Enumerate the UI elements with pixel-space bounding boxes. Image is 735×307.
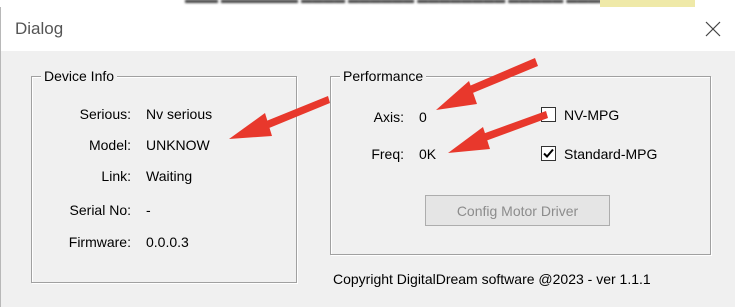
close-button[interactable] xyxy=(690,7,735,51)
copyright-text: Copyright DigitalDream software @2023 - … xyxy=(333,271,651,287)
title-bar: Dialog xyxy=(0,7,735,51)
background-highlight xyxy=(600,0,695,7)
config-motor-driver-button[interactable]: Config Motor Driver xyxy=(425,195,610,226)
device-info-legend: Device Info xyxy=(41,67,118,85)
checkmark-icon xyxy=(543,148,554,158)
firmware-value: 0.0.0.3 xyxy=(146,234,189,250)
link-value: Waiting xyxy=(146,168,193,184)
serious-value: Nv serious xyxy=(146,106,213,122)
dialog-client-area: Device Info Serious: Nv serious Model: U… xyxy=(0,51,735,307)
firmware-label: Firmware: xyxy=(68,234,131,250)
standard-mpg-label[interactable]: Standard-MPG xyxy=(564,145,657,163)
axis-label: Axis: xyxy=(373,109,404,125)
freq-label: Freq: xyxy=(371,146,404,162)
freq-value: 0K xyxy=(419,146,437,162)
performance-legend: Performance xyxy=(340,67,427,85)
nv-mpg-label[interactable]: NV-MPG xyxy=(564,106,619,124)
standard-mpg-checkbox[interactable] xyxy=(541,146,556,161)
serial-no-label: Serial No: xyxy=(69,202,131,218)
nv-mpg-checkbox[interactable] xyxy=(541,107,556,122)
model-label: Model: xyxy=(88,137,131,153)
serious-label: Serious: xyxy=(79,106,131,122)
model-value: UNKNOW xyxy=(146,137,210,153)
background-window-text: ▬▬▬ ▬▬▬▬▬▬▬ ▬▬▬▬ ▬▬▬▬▬▬ ▬▬▬▬▬▬▬▬ ▬▬▬▬▬ ▬… xyxy=(185,0,611,6)
performance-group: Performance xyxy=(330,67,711,255)
axis-value: 0 xyxy=(419,109,427,125)
close-icon xyxy=(705,21,721,37)
link-label: Link: xyxy=(101,168,131,184)
serial-no-value: - xyxy=(146,202,151,218)
background-window-strip: ▬▬▬ ▬▬▬▬▬▬▬ ▬▬▬▬ ▬▬▬▬▬▬ ▬▬▬▬▬▬▬▬ ▬▬▬▬▬ ▬… xyxy=(0,0,735,7)
window-title: Dialog xyxy=(15,19,64,38)
